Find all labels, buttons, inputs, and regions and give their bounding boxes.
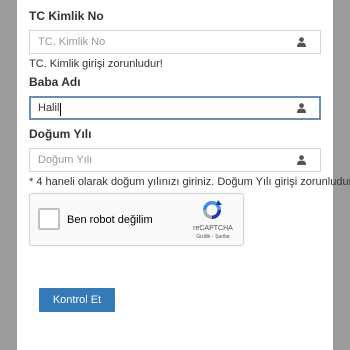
birth-year-input[interactable] — [30, 149, 290, 171]
tc-label: TC Kimlik No — [29, 9, 104, 23]
tc-field[interactable] — [29, 30, 321, 54]
user-icon — [297, 155, 306, 165]
birth-group: Doğum Yılı * 4 haneli olarak doğum yılın… — [29, 127, 350, 189]
recaptcha-logo-icon — [203, 200, 222, 219]
birth-field[interactable] — [29, 148, 321, 172]
father-field[interactable] — [29, 96, 321, 120]
submit-button[interactable]: Kontrol Et — [39, 288, 115, 312]
text-caret — [60, 103, 61, 116]
form-card: TC Kimlik No TC. Kimlik girişi zorunludu… — [17, 0, 350, 350]
recaptcha-terms-link[interactable]: Gizlilik - Şartlar — [185, 234, 241, 240]
tc-group: TC Kimlik No TC. Kimlik girişi zorunludu… — [29, 9, 321, 71]
recaptcha-widget: Ben robot değilim reCAPTCHA Gizlilik - Ş… — [29, 193, 244, 246]
user-icon — [297, 103, 306, 113]
recaptcha-checkbox[interactable] — [38, 208, 60, 230]
recaptcha-brand: reCAPTCHA — [193, 225, 233, 232]
user-icon — [297, 37, 306, 47]
father-name-input[interactable] — [31, 98, 291, 118]
tc-hint: TC. Kimlik girişi zorunludur! — [29, 58, 163, 70]
recaptcha-label: Ben robot değilim — [67, 214, 153, 226]
tc-input[interactable] — [30, 31, 290, 53]
father-label: Baba Adı — [29, 75, 81, 89]
birth-hint: * 4 haneli olarak doğum yılınızı giriniz… — [29, 176, 350, 188]
father-group: Baba Adı — [29, 75, 321, 120]
birth-label: Doğum Yılı — [29, 127, 92, 141]
